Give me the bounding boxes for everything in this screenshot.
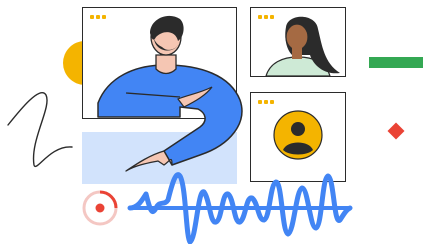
video-call-illustration [0, 0, 425, 244]
record-icon [82, 190, 118, 226]
audio-waveform [127, 172, 353, 244]
participant-avatar [265, 16, 340, 77]
placeholder-user-icon [273, 110, 323, 160]
presenter-avatar [97, 15, 243, 172]
window-dots [258, 100, 274, 104]
red-diamond [387, 122, 405, 140]
scribble [7, 92, 73, 168]
green-dash [369, 57, 423, 68]
